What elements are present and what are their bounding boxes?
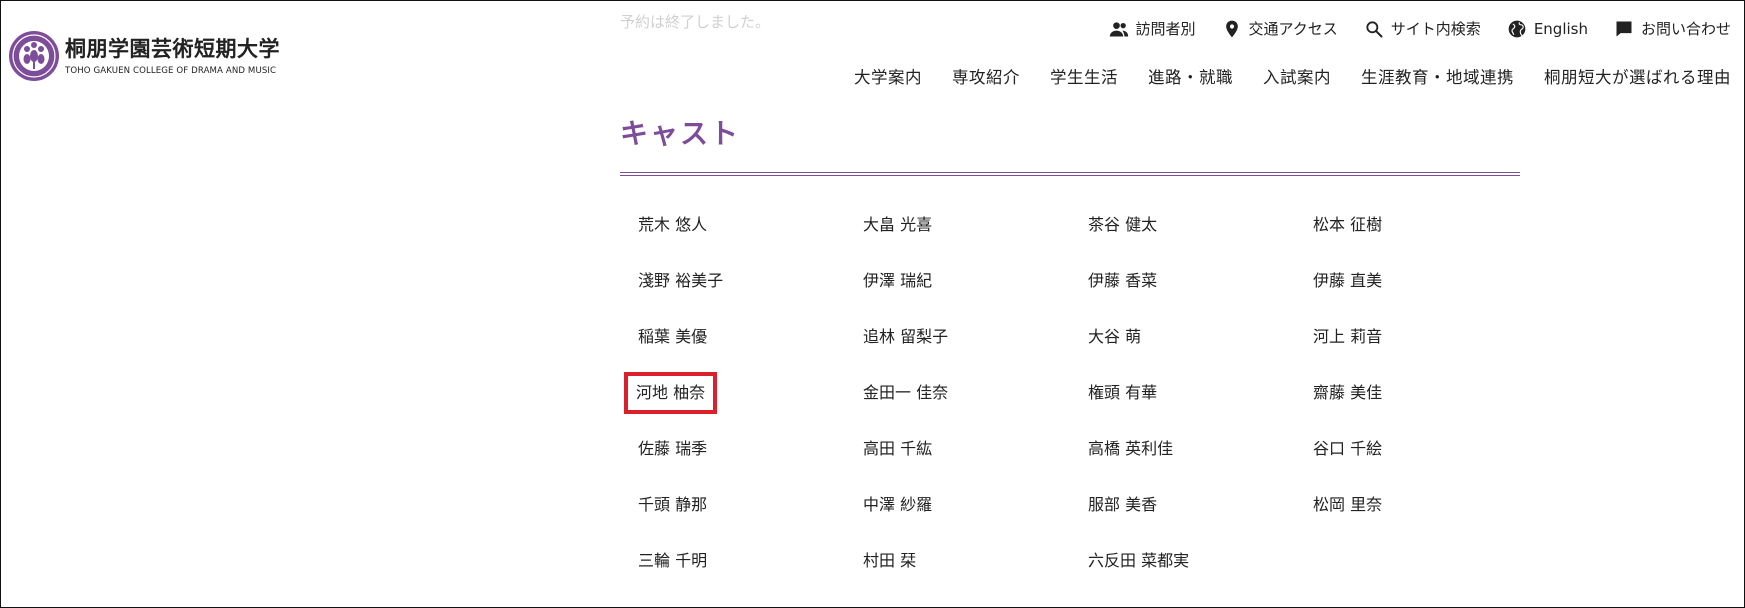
cast-name[interactable]: 六反田 菜都実 xyxy=(1088,544,1189,578)
cast-name[interactable]: 服部 美香 xyxy=(1088,488,1157,522)
reservation-notice: 予約は終了しました。 xyxy=(620,13,771,31)
util-contact-link[interactable]: お問い合わせ xyxy=(1614,18,1731,39)
cast-name[interactable]: 高田 千紘 xyxy=(863,432,932,466)
cast-name[interactable]: 齋藤 美佳 xyxy=(1313,376,1382,410)
nav-about[interactable]: 大学案内 xyxy=(854,64,922,88)
cast-name[interactable]: 茶谷 健太 xyxy=(1088,208,1157,242)
util-access-label: 交通アクセス xyxy=(1248,20,1338,38)
search-icon xyxy=(1366,20,1383,37)
cast-name[interactable]: 中澤 紗羅 xyxy=(863,488,932,522)
nav-student-life[interactable]: 学生生活 xyxy=(1050,64,1118,88)
cast-name[interactable]: 淺野 裕美子 xyxy=(638,264,723,298)
cast-name[interactable]: 河上 莉音 xyxy=(1313,320,1382,354)
title-divider xyxy=(620,172,1520,176)
cast-list: 荒木 悠人 大畠 光喜 茶谷 健太 松本 征樹淺野 裕美子 伊澤 瑞紀 伊藤 香菜 伊藤 直… xyxy=(623,208,1538,600)
nav-majors[interactable]: 専攻紹介 xyxy=(952,64,1020,88)
cast-name[interactable]: 佐藤 瑞季 xyxy=(638,432,707,466)
util-search-link[interactable]: サイト内検索 xyxy=(1364,18,1481,39)
utility-nav: 訪問者別 交通アクセス サイト内検索 English お問い合わせ xyxy=(1083,18,1731,39)
section-title: キャスト xyxy=(620,117,741,150)
cast-name[interactable]: 千頭 静那 xyxy=(638,488,707,522)
util-access-link[interactable]: 交通アクセス xyxy=(1222,18,1338,39)
cast-name[interactable]: 伊藤 香菜 xyxy=(1088,264,1157,298)
util-visitors-link[interactable]: 訪問者別 xyxy=(1109,18,1196,39)
util-visitors-label: 訪問者別 xyxy=(1135,20,1196,38)
chat-icon xyxy=(1616,21,1632,36)
util-english-link[interactable]: English xyxy=(1507,19,1588,39)
nav-admissions[interactable]: 入試案内 xyxy=(1263,64,1331,88)
location-pin-icon xyxy=(1225,20,1238,37)
logo-name-en: TOHO GAKUEN COLLEGE OF DRAMA AND MUSIC xyxy=(65,65,277,76)
main-nav: 大学案内 専攻紹介 学生生活 進路・就職 入試案内 生涯教育・地域連携 桐朋短大… xyxy=(824,64,1731,88)
people-icon xyxy=(1109,21,1128,36)
nav-careers[interactable]: 進路・就職 xyxy=(1148,64,1233,88)
site-logo[interactable]: 桐朋学園芸術短期大学 TOHO GAKUEN COLLEGE OF DRAMA … xyxy=(8,30,280,82)
cast-name[interactable]: 追林 留梨子 xyxy=(863,320,948,354)
cast-name[interactable]: 金田一 佳奈 xyxy=(863,376,948,410)
cast-name[interactable]: 高橋 英利佳 xyxy=(1088,432,1173,466)
cast-name[interactable]: 大畠 光喜 xyxy=(863,208,932,242)
cast-name[interactable]: 伊藤 直美 xyxy=(1313,264,1382,298)
util-search-label: サイト内検索 xyxy=(1390,20,1481,38)
cast-name[interactable]: 大谷 萌 xyxy=(1088,320,1141,354)
nav-lifelong-learning[interactable]: 生涯教育・地域連携 xyxy=(1361,64,1514,88)
cast-name[interactable]: 松本 征樹 xyxy=(1313,208,1382,242)
cast-name[interactable]: 伊澤 瑞紀 xyxy=(863,264,932,298)
college-emblem-icon xyxy=(9,31,59,81)
cast-name[interactable]: 権頭 有華 xyxy=(1088,376,1157,410)
cast-name[interactable]: 稲葉 美優 xyxy=(638,320,707,354)
logo-name: 桐朋学園芸術短期大学 xyxy=(65,36,280,61)
cast-name[interactable]: 荒木 悠人 xyxy=(638,208,707,242)
cast-name[interactable]: 松岡 里奈 xyxy=(1313,488,1382,522)
util-english-label: English xyxy=(1533,19,1588,38)
cast-name[interactable]: 谷口 千絵 xyxy=(1313,432,1382,466)
cast-name[interactable]: 三輪 千明 xyxy=(638,544,707,578)
cast-name[interactable]: 村田 栞 xyxy=(863,544,916,578)
nav-why-choose[interactable]: 桐朋短大が選ばれる理由 xyxy=(1544,64,1731,88)
cast-name-highlighted[interactable]: 河地 柚奈 xyxy=(623,372,718,414)
util-contact-label: お問い合わせ xyxy=(1640,20,1731,38)
globe-icon xyxy=(1508,20,1526,37)
